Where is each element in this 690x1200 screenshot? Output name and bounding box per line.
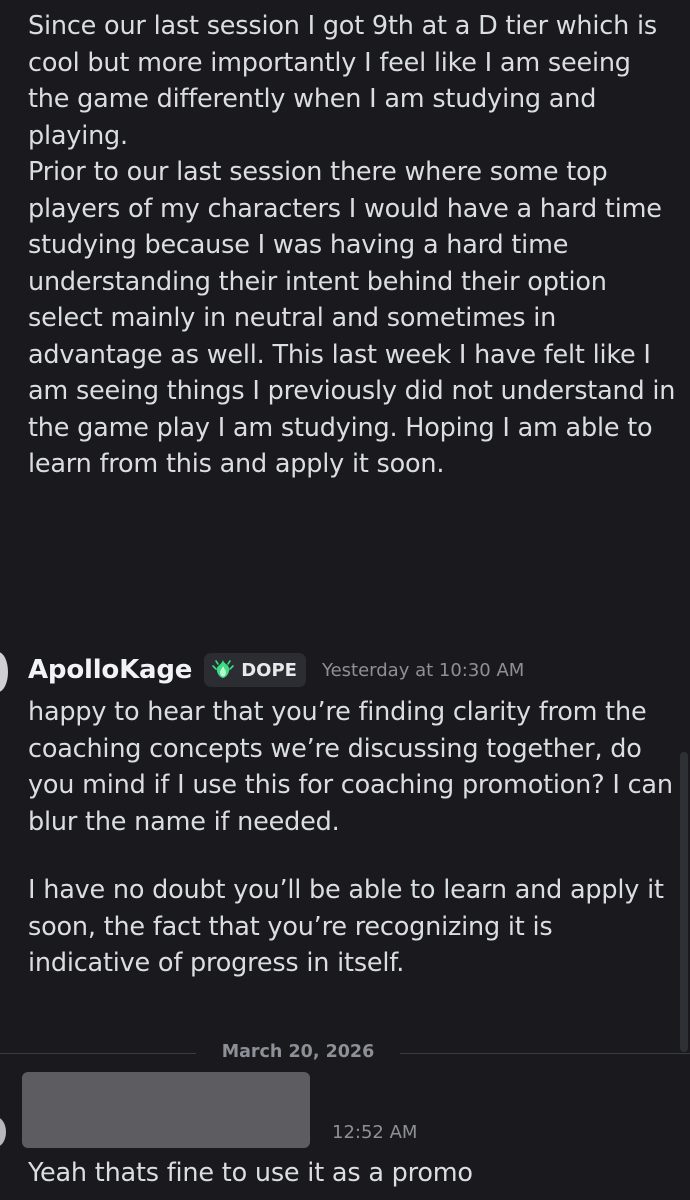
flame-leaf-icon — [212, 660, 235, 678]
username[interactable]: ApolloKage — [28, 655, 192, 685]
server-tag[interactable]: DOPE — [204, 653, 306, 687]
divider-line — [400, 1053, 690, 1054]
message-text: I have no doubt you’ll be able to learn … — [28, 875, 664, 978]
scrollbar[interactable] — [680, 752, 688, 1052]
message-text: happy to hear that you’re finding clarit… — [28, 697, 673, 837]
avatar[interactable] — [0, 1117, 6, 1147]
date-divider: March 20, 2026 — [221, 1042, 375, 1062]
avatar[interactable] — [0, 652, 8, 692]
chat-log: Since our last session I got 9th at a D … — [0, 0, 690, 1200]
message-text: Yeah thats fine to use it as a promo — [28, 1158, 473, 1188]
tag-label: DOPE — [241, 659, 297, 681]
message-header: ApolloKage DOPE Yesterday at 10:30 AM — [28, 648, 524, 692]
redacted-username — [22, 1072, 310, 1148]
timestamp: 12:52 AM — [332, 1122, 418, 1143]
divider-line — [0, 1053, 196, 1054]
message-text: Since our last session I got 9th at a D … — [28, 11, 676, 479]
timestamp: Yesterday at 10:30 AM — [321, 659, 525, 681]
